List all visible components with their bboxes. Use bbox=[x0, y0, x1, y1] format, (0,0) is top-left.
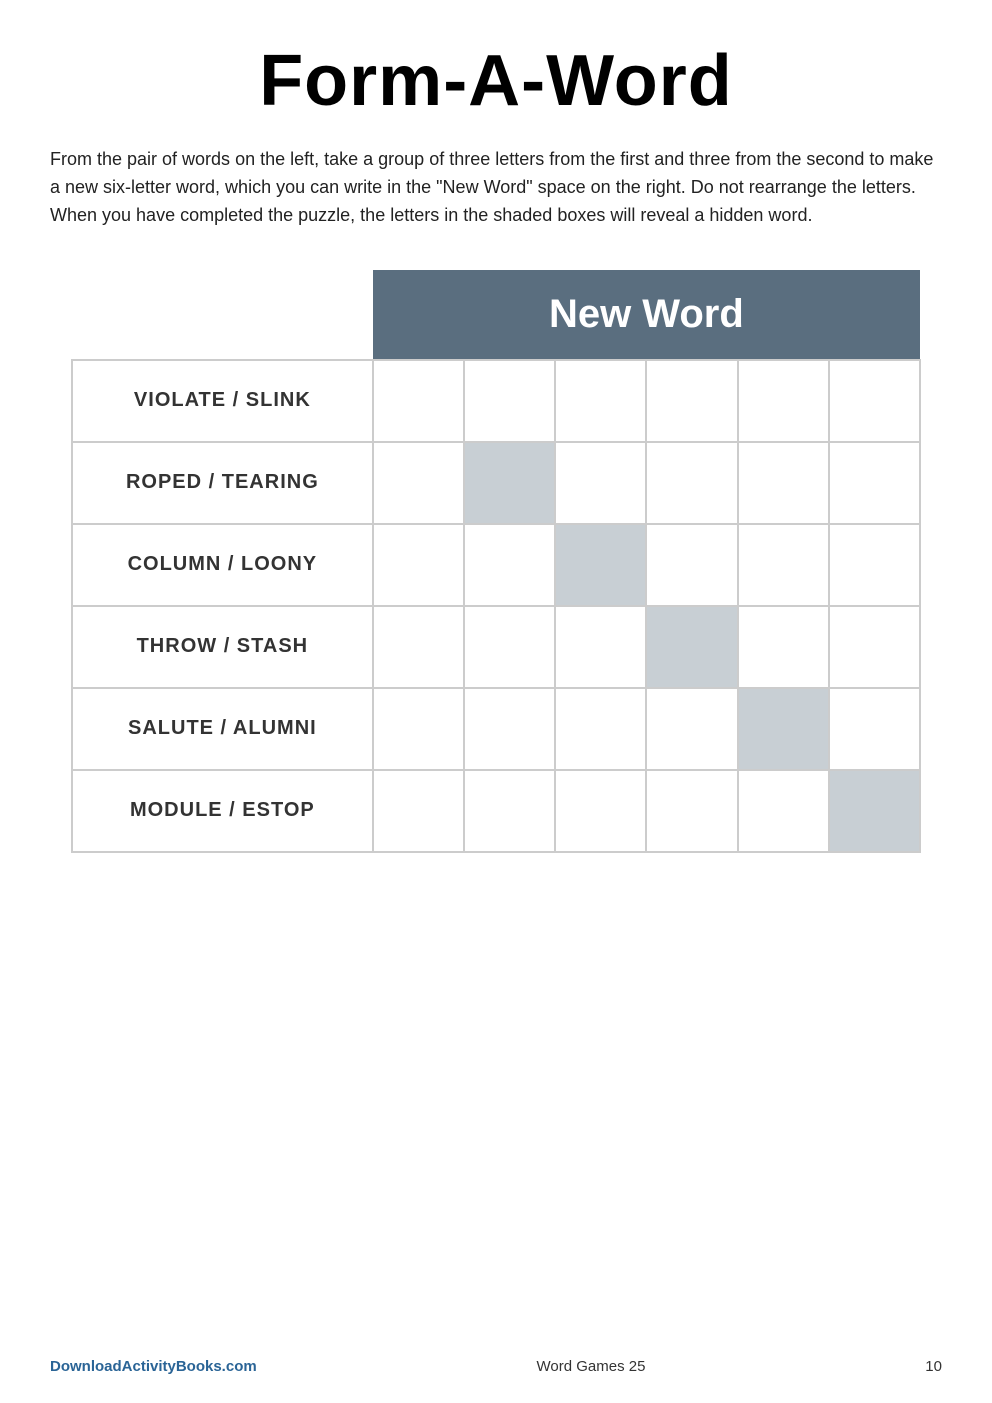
letter-cell[interactable] bbox=[373, 524, 464, 606]
table-row: MODULE / ESTOP bbox=[72, 770, 920, 852]
header-label-cell bbox=[72, 270, 373, 360]
letter-cell[interactable] bbox=[373, 606, 464, 688]
footer-left: DownloadActivityBooks.com bbox=[50, 1358, 257, 1375]
letter-cell[interactable] bbox=[464, 770, 555, 852]
letter-cell[interactable] bbox=[829, 360, 920, 442]
letter-cell[interactable] bbox=[829, 442, 920, 524]
table-row: VIOLATE / SLINK bbox=[72, 360, 920, 442]
letter-cell[interactable] bbox=[555, 688, 646, 770]
word-pair-cell: THROW / STASH bbox=[72, 606, 373, 688]
puzzle-table: New Word VIOLATE / SLINKROPED / TEARINGC… bbox=[71, 270, 921, 853]
word-pair-cell: MODULE / ESTOP bbox=[72, 770, 373, 852]
letter-cell[interactable] bbox=[829, 524, 920, 606]
word-pair-cell: COLUMN / LOONY bbox=[72, 524, 373, 606]
word-pair-cell: SALUTE / ALUMNI bbox=[72, 688, 373, 770]
word-pair-cell: VIOLATE / SLINK bbox=[72, 360, 373, 442]
new-word-header: New Word bbox=[373, 270, 920, 360]
footer-center: Word Games 25 bbox=[537, 1358, 646, 1375]
letter-cell[interactable] bbox=[829, 606, 920, 688]
letter-cell[interactable] bbox=[829, 770, 920, 852]
letter-cell[interactable] bbox=[738, 770, 829, 852]
letter-cell[interactable] bbox=[373, 770, 464, 852]
letter-cell[interactable] bbox=[464, 688, 555, 770]
footer: DownloadActivityBooks.com Word Games 25 … bbox=[50, 1358, 942, 1375]
letter-cell[interactable] bbox=[555, 606, 646, 688]
table-row: THROW / STASH bbox=[72, 606, 920, 688]
letter-cell[interactable] bbox=[646, 606, 737, 688]
page-title: Form-A-Word bbox=[50, 40, 942, 122]
letter-cell[interactable] bbox=[829, 688, 920, 770]
letter-cell[interactable] bbox=[738, 442, 829, 524]
letter-cell[interactable] bbox=[464, 442, 555, 524]
letter-cell[interactable] bbox=[738, 688, 829, 770]
letter-cell[interactable] bbox=[373, 688, 464, 770]
letter-cell[interactable] bbox=[646, 770, 737, 852]
letter-cell[interactable] bbox=[738, 606, 829, 688]
letter-cell[interactable] bbox=[373, 442, 464, 524]
header-row: New Word bbox=[72, 270, 920, 360]
letter-cell[interactable] bbox=[555, 442, 646, 524]
letter-cell[interactable] bbox=[464, 360, 555, 442]
letter-cell[interactable] bbox=[646, 360, 737, 442]
word-pair-cell: ROPED / TEARING bbox=[72, 442, 373, 524]
letter-cell[interactable] bbox=[738, 524, 829, 606]
letter-cell[interactable] bbox=[464, 606, 555, 688]
letter-cell[interactable] bbox=[646, 688, 737, 770]
footer-right: 10 bbox=[925, 1358, 942, 1375]
puzzle-area: New Word VIOLATE / SLINKROPED / TEARINGC… bbox=[71, 270, 921, 853]
letter-cell[interactable] bbox=[464, 524, 555, 606]
letter-cell[interactable] bbox=[646, 442, 737, 524]
instructions-text: From the pair of words on the left, take… bbox=[50, 146, 942, 230]
table-row: ROPED / TEARING bbox=[72, 442, 920, 524]
letter-cell[interactable] bbox=[555, 524, 646, 606]
table-row: COLUMN / LOONY bbox=[72, 524, 920, 606]
letter-cell[interactable] bbox=[555, 770, 646, 852]
letter-cell[interactable] bbox=[555, 360, 646, 442]
table-row: SALUTE / ALUMNI bbox=[72, 688, 920, 770]
letter-cell[interactable] bbox=[738, 360, 829, 442]
letter-cell[interactable] bbox=[373, 360, 464, 442]
puzzle-body: VIOLATE / SLINKROPED / TEARINGCOLUMN / L… bbox=[72, 360, 920, 852]
letter-cell[interactable] bbox=[646, 524, 737, 606]
